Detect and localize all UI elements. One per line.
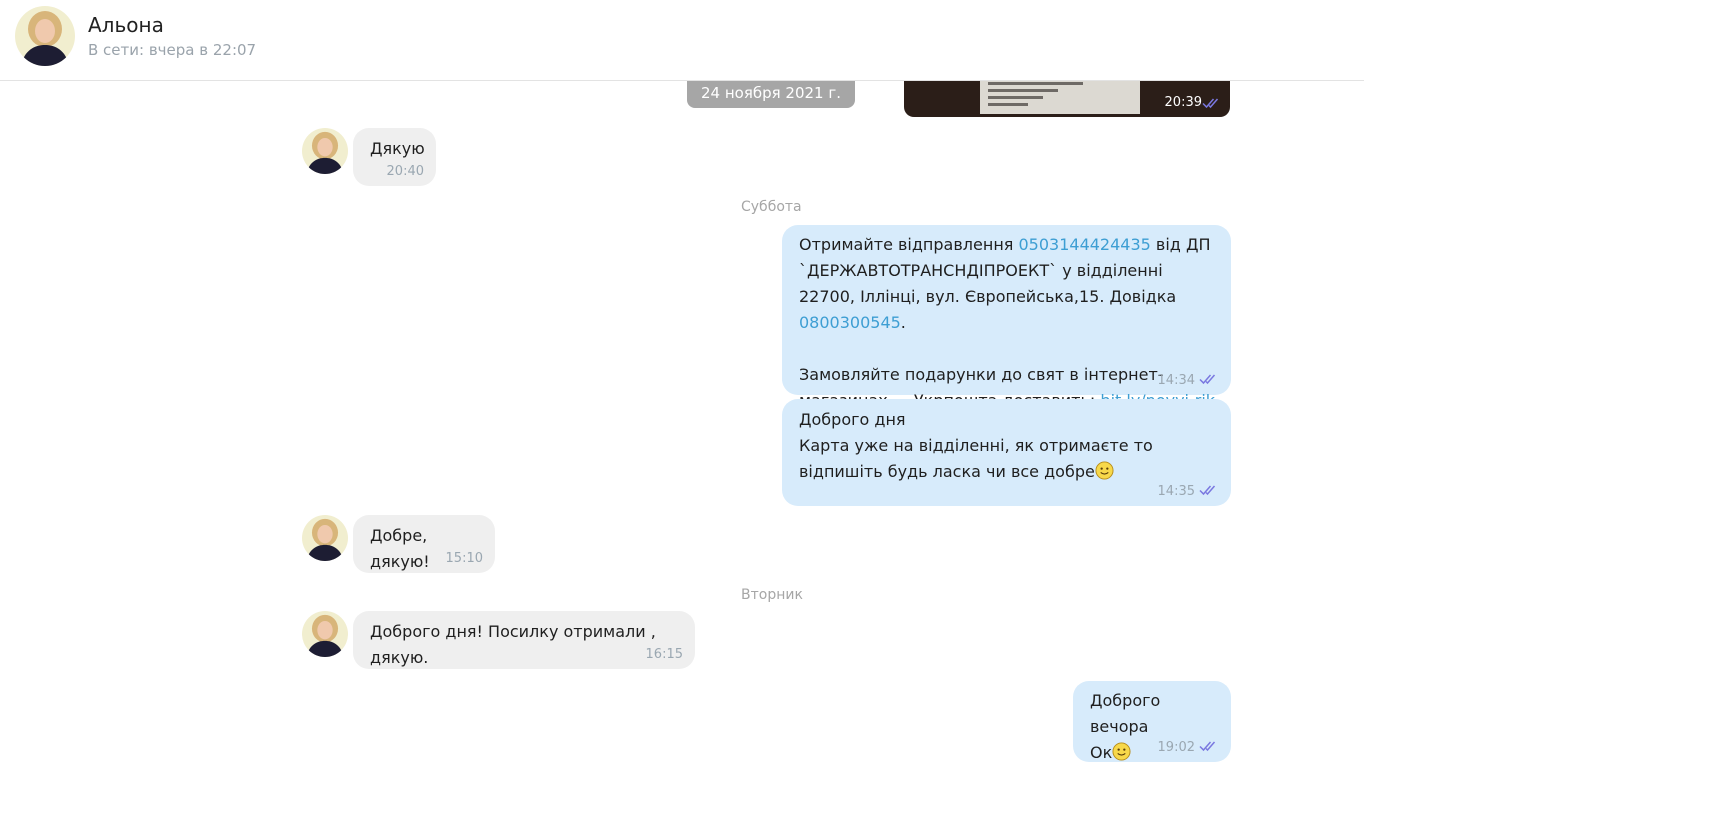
message-time: 16:15: [645, 647, 683, 662]
message-time: 14:35: [1157, 484, 1195, 499]
message-bubble-outgoing[interactable]: Доброго дня Карта уже на відділенні, як …: [782, 399, 1231, 506]
day-separator: Суббота: [741, 199, 802, 215]
contact-avatar[interactable]: [15, 6, 75, 66]
contact-status: В сети: вчера в 22:07: [88, 41, 257, 59]
smiley-emoji-icon: [1095, 461, 1114, 480]
message-bubble-outgoing[interactable]: Доброго вечора Ок 19:02: [1073, 681, 1231, 762]
day-separator: Вторник: [741, 587, 803, 603]
read-receipt-icon: [1199, 373, 1219, 385]
read-receipt-icon: [1199, 740, 1219, 752]
message-bubble-incoming[interactable]: Дякую 20:40: [353, 128, 436, 186]
chat-header: Альона В сети: вчера в 22:07: [0, 0, 1364, 81]
message-time: 20:40: [386, 164, 424, 179]
message-text: Дякую: [370, 139, 425, 158]
read-receipt-icon: [1199, 484, 1219, 496]
sender-avatar[interactable]: [302, 128, 348, 174]
sender-avatar[interactable]: [302, 611, 348, 657]
message-time: 20:39: [1164, 95, 1202, 110]
contact-name[interactable]: Альона: [88, 13, 164, 37]
message-bubble-outgoing[interactable]: Отримайте відправлення 0503144424435 від…: [782, 225, 1231, 410]
message-text: Доброго дня! Посилку отримали , дякую.: [370, 622, 661, 667]
message-text: Доброго дня Карта уже на відділенні, як …: [799, 410, 1153, 481]
message-time: 19:02: [1157, 740, 1195, 755]
phone-link[interactable]: 0800300545: [799, 313, 901, 332]
message-bubble-incoming[interactable]: Добре, дякую! 15:10: [353, 515, 495, 573]
smiley-emoji-icon: [1112, 742, 1131, 761]
message-text: Добре, дякую!: [370, 526, 433, 571]
message-text: Доброго вечора Ок: [1090, 691, 1161, 762]
message-time: 14:34: [1157, 373, 1195, 388]
phone-link[interactable]: 0503144424435: [1018, 235, 1150, 254]
date-pill: 24 ноября 2021 г.: [687, 80, 855, 108]
message-bubble-incoming[interactable]: Доброго дня! Посилку отримали , дякую. 1…: [353, 611, 695, 669]
message-time: 15:10: [445, 551, 483, 566]
read-receipt-icon: [1202, 97, 1222, 109]
sender-avatar[interactable]: [302, 515, 348, 561]
